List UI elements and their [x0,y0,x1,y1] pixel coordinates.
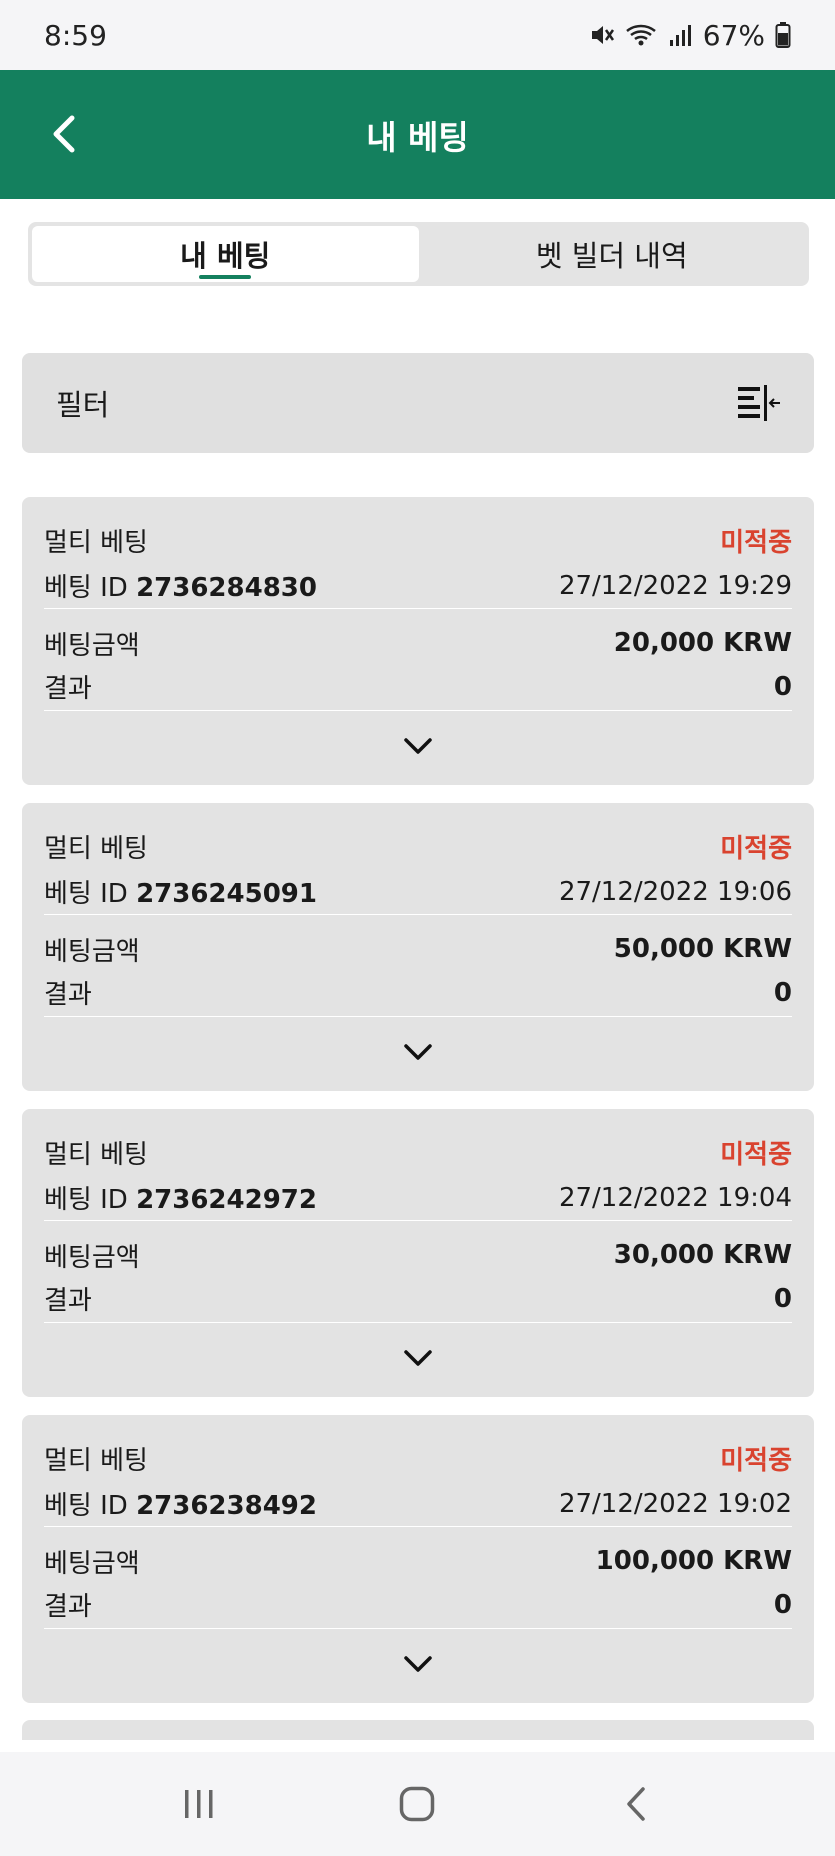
result-label: 결과 [44,1592,92,1622]
bet-card: 멀티 베팅 미적중 베팅 ID 2736245091 27/12/2022 19… [22,803,814,1091]
chevron-left-icon [53,115,75,153]
filter-icon[interactable] [736,383,782,423]
chevron-down-icon [404,1350,432,1366]
bet-result: 0 [773,1589,792,1620]
chevron-down-icon [404,1044,432,1060]
result-label: 결과 [44,980,92,1010]
status-bar: 8:59 67% [0,0,835,70]
back-button[interactable] [40,106,88,162]
bet-datetime: 27/12/2022 19:29 [558,570,792,601]
bet-id: 베팅 ID 2736284830 [44,573,317,603]
bet-type: 멀티 베팅 [44,1139,148,1170]
result-label: 결과 [44,1286,92,1316]
expand-button[interactable] [44,1323,792,1393]
bet-type: 멀티 베팅 [44,1445,148,1476]
bet-card: 멀티 베팅 미적중 베팅 ID 2736238492 27/12/2022 19… [22,1415,814,1703]
result-label: 결과 [44,674,92,704]
bet-card: 멀티 베팅 미적중 베팅 ID 2736284830 27/12/2022 19… [22,497,814,785]
chevron-down-icon [404,738,432,754]
nav-back-button[interactable] [591,1769,681,1839]
bet-amount: 20,000 KRW [613,628,792,658]
page-title: 내 베팅 [366,117,469,157]
filter-bar[interactable]: 필터 [22,353,814,453]
bet-amount: 50,000 KRW [613,934,792,964]
status-icons: 67% [589,19,791,52]
bet-status: 미적중 [720,1445,792,1476]
home-button[interactable] [372,1769,462,1839]
amount-label: 베팅금액 [44,1548,140,1579]
amount-label: 베팅금액 [44,1242,140,1273]
status-time: 8:59 [44,18,107,52]
chevron-down-icon [404,1656,432,1672]
expand-button[interactable] [44,711,792,781]
chevron-left-icon [627,1787,645,1821]
recent-apps-icon [185,1790,213,1818]
bet-result: 0 [773,977,792,1008]
bet-amount: 30,000 KRW [613,1240,792,1270]
battery-icon [775,21,791,49]
tab-bar: 내 베팅 벳 빌더 내역 [28,222,809,286]
recent-apps-button[interactable] [154,1769,244,1839]
bet-result: 0 [773,1283,792,1314]
bet-datetime: 27/12/2022 19:02 [558,1488,792,1519]
bet-datetime: 27/12/2022 19:04 [558,1182,792,1213]
signal-icon [669,22,693,48]
bet-amount: 100,000 KRW [595,1546,792,1576]
system-nav-bar [0,1752,835,1856]
bet-id: 베팅 ID 2736242972 [44,1185,317,1215]
filter-label: 필터 [56,388,110,422]
bet-datetime: 27/12/2022 19:06 [558,876,792,907]
app-header: 내 베팅 [0,70,835,199]
bet-type: 멀티 베팅 [44,833,148,864]
bet-type: 멀티 베팅 [44,527,148,558]
tab-my-bets[interactable]: 내 베팅 [32,226,419,282]
mute-icon [589,22,615,48]
expand-button[interactable] [44,1017,792,1087]
bet-card-partial [22,1720,814,1740]
amount-label: 베팅금액 [44,630,140,661]
tab-bet-builder-history[interactable]: 벳 빌더 내역 [419,226,806,282]
home-icon [400,1786,435,1822]
bet-id: 베팅 ID 2736238492 [44,1491,317,1521]
bet-result: 0 [773,671,792,702]
amount-label: 베팅금액 [44,936,140,967]
battery-percent: 67% [702,18,765,52]
bet-status: 미적중 [720,527,792,558]
bet-status: 미적중 [720,833,792,864]
bet-id: 베팅 ID 2736245091 [44,879,317,909]
bet-status: 미적중 [720,1139,792,1170]
expand-button[interactable] [44,1629,792,1699]
wifi-icon [625,22,659,48]
bet-card: 멀티 베팅 미적중 베팅 ID 2736242972 27/12/2022 19… [22,1109,814,1397]
